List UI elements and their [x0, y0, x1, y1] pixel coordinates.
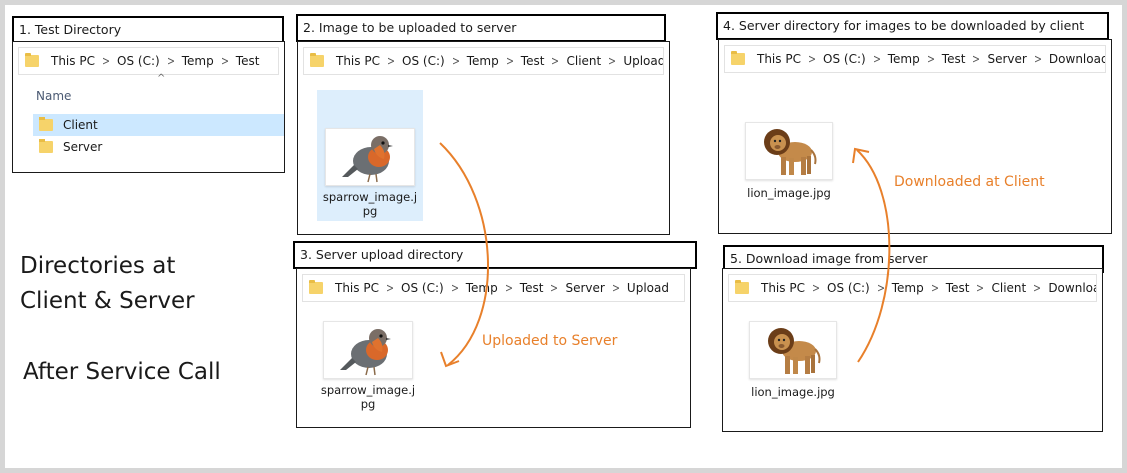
flow-arrows — [439, 142, 891, 368]
download-arrow — [856, 149, 891, 363]
upload-arrow — [439, 142, 490, 366]
upload-arrowhead — [440, 351, 460, 368]
